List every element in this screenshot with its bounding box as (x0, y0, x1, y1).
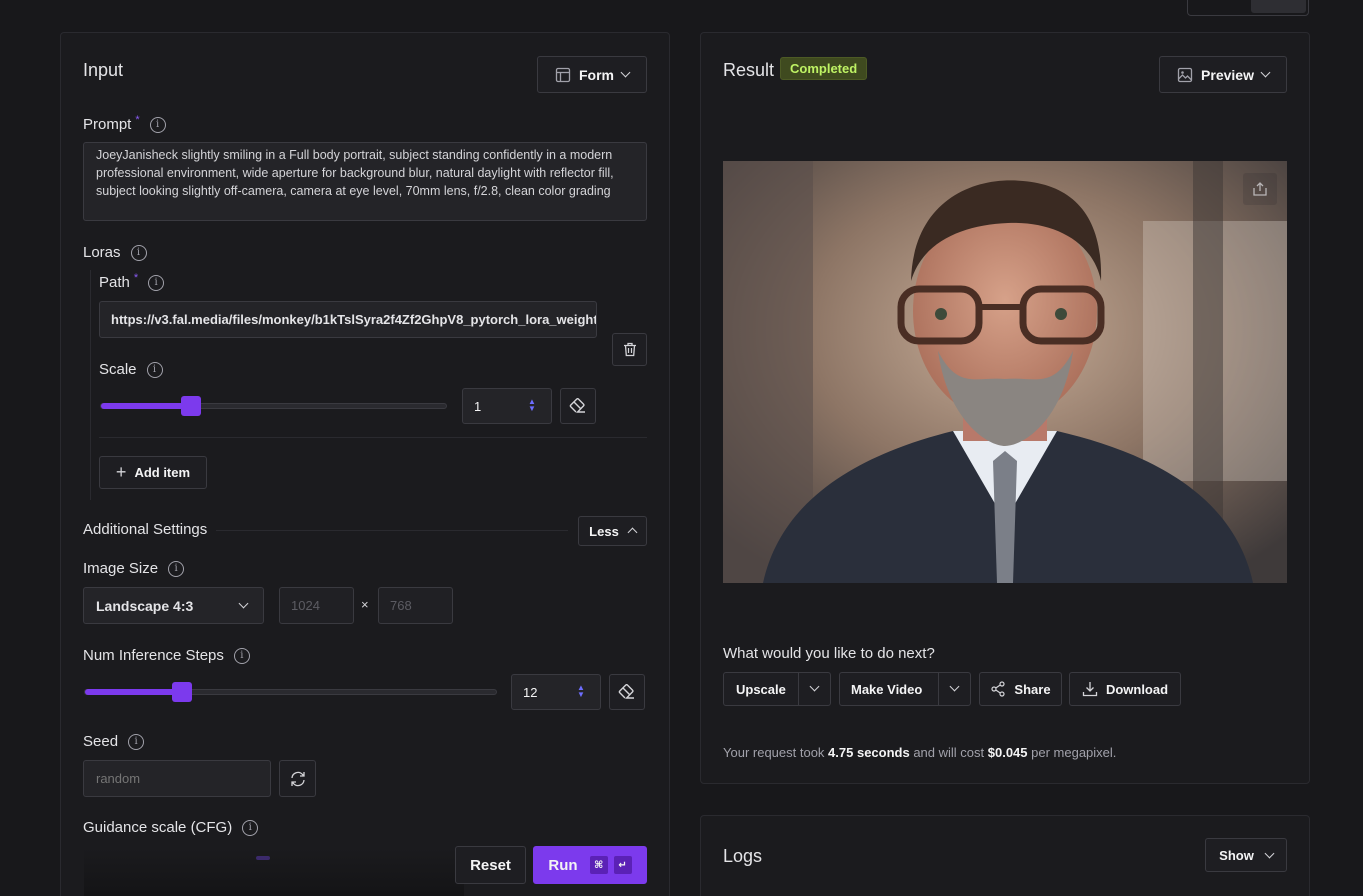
result-title: Result (723, 60, 775, 80)
eraser-icon (569, 398, 585, 413)
preview-view-label: Preview (1201, 66, 1254, 83)
form-view-button[interactable]: Form (537, 56, 647, 93)
steps-slider-fill (85, 689, 183, 695)
preview-view-button[interactable]: Preview (1159, 56, 1287, 93)
info-icon[interactable]: i (146, 361, 163, 378)
external-link-icon (1253, 182, 1267, 196)
less-toggle-button[interactable]: Less (578, 516, 647, 546)
open-external-button[interactable] (1243, 173, 1277, 205)
seed-label: Seed i (83, 733, 145, 750)
info-icon[interactable]: i (128, 733, 145, 750)
show-logs-button[interactable]: Show (1205, 838, 1287, 872)
height-input: 768 (378, 587, 453, 624)
prompt-label: Prompt * i (83, 114, 166, 133)
logs-title: Logs (723, 846, 763, 866)
guidance-slider-area (84, 848, 464, 896)
request-timing: Your request took 4.75 seconds and will … (723, 745, 1117, 760)
guidance-label: Guidance scale (CFG) i (83, 819, 259, 836)
chevron-down-icon (1260, 67, 1271, 78)
steps-slider-thumb[interactable] (172, 682, 193, 702)
clear-steps-button[interactable] (609, 674, 645, 710)
loras-group-line (90, 270, 91, 500)
divider (216, 530, 568, 531)
download-button[interactable]: Download (1069, 672, 1181, 706)
reset-button[interactable]: Reset (455, 846, 526, 884)
info-icon[interactable]: i (233, 647, 250, 664)
info-icon[interactable]: i (168, 560, 185, 577)
image-icon (1177, 67, 1193, 82)
info-icon[interactable]: i (148, 274, 165, 291)
chevron-up-icon (627, 527, 638, 538)
chevron-down-icon[interactable] (949, 681, 960, 692)
seed-input[interactable] (83, 760, 271, 797)
share-button[interactable]: Share (979, 672, 1062, 706)
trash-icon (623, 342, 636, 357)
run-button[interactable]: Run ⌘ ↵ (533, 846, 647, 884)
image-size-label: Image Size i (83, 560, 185, 577)
lora-path-input[interactable]: https://v3.fal.media/files/monkey/b1kTsl… (99, 301, 597, 338)
chevron-down-icon (238, 598, 249, 609)
steps-label: Num Inference Steps i (83, 647, 250, 664)
image-size-select[interactable]: Landscape 4:3 (83, 587, 264, 624)
clear-scale-button[interactable] (560, 388, 596, 424)
steps-slider[interactable] (84, 682, 497, 702)
steps-number-input[interactable]: 12 ▲ ▼ (511, 674, 601, 710)
scale-label: Scale i (99, 361, 163, 378)
form-view-label: Form (579, 66, 614, 83)
command-key: ⌘ (589, 856, 608, 874)
result-image[interactable] (723, 161, 1287, 583)
info-icon[interactable]: i (130, 244, 147, 261)
share-icon (991, 681, 1006, 697)
chevron-down-icon (620, 67, 631, 78)
input-title: Input (83, 60, 124, 80)
top-segmented-control[interactable] (1187, 0, 1309, 16)
divider (99, 437, 647, 438)
layout-icon (555, 67, 571, 82)
next-step-question: What would you like to do next? (723, 645, 935, 662)
add-item-button[interactable]: + Add item (99, 456, 207, 489)
refresh-icon (290, 771, 305, 786)
eraser-icon (618, 684, 634, 699)
scale-slider-fill (101, 403, 192, 409)
chevron-down-icon[interactable] (809, 681, 820, 692)
download-icon (1082, 682, 1098, 697)
scale-number-input[interactable]: 1 ▲ ▼ (462, 388, 552, 424)
additional-settings-label: Additional Settings (83, 521, 208, 538)
width-input: 1024 (279, 587, 354, 624)
path-label: Path * i (99, 272, 165, 291)
enter-key: ↵ (613, 856, 632, 874)
delete-lora-button[interactable] (612, 333, 647, 366)
stepper-icon[interactable]: ▲ ▼ (576, 684, 586, 700)
prompt-textarea[interactable]: JoeyJanisheck slightly smiling in a Full… (83, 142, 647, 221)
scale-slider-thumb[interactable] (181, 396, 202, 416)
status-badge: Completed (780, 57, 868, 80)
make-video-button[interactable]: Make Video (839, 672, 971, 706)
info-icon[interactable]: i (242, 819, 259, 836)
plus-icon: + (115, 462, 127, 482)
portrait-illustration (723, 161, 1287, 583)
chevron-down-icon (1264, 848, 1275, 858)
upscale-button[interactable]: Upscale (723, 672, 831, 706)
times-sign: × (361, 597, 369, 612)
randomize-seed-button[interactable] (279, 760, 316, 797)
scale-slider[interactable] (100, 396, 447, 416)
info-icon[interactable]: i (149, 116, 166, 133)
loras-label: Loras i (83, 244, 147, 261)
stepper-icon[interactable]: ▲ ▼ (527, 398, 537, 414)
